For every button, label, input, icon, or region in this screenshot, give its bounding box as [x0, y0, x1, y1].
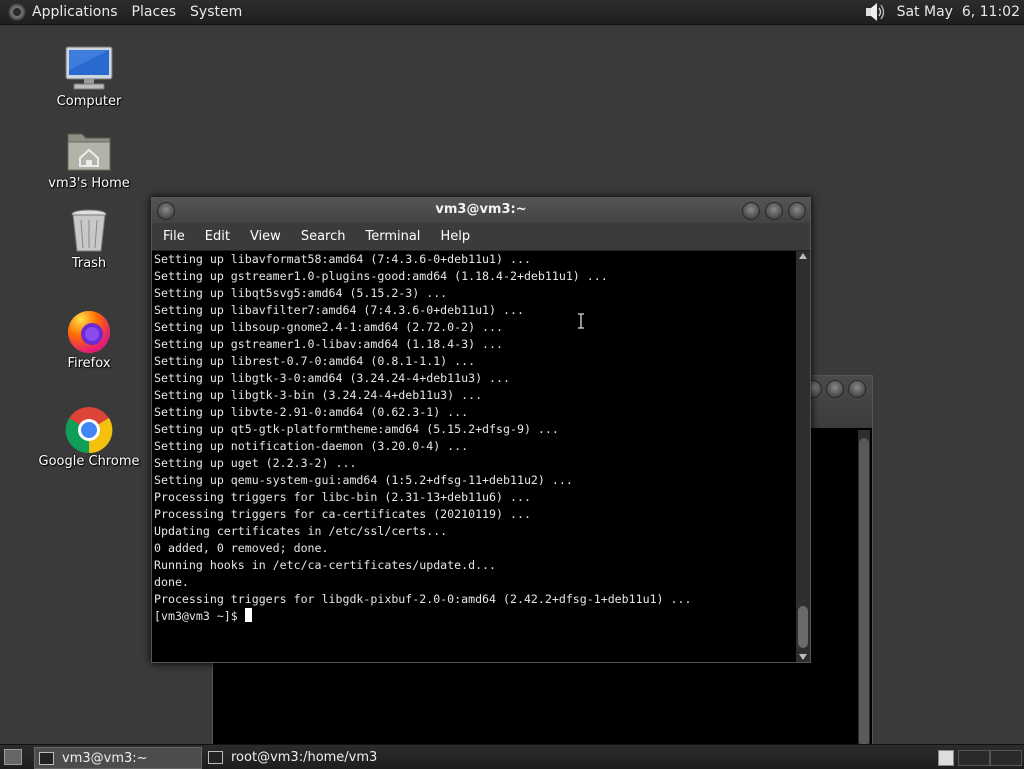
terminal-line: Processing triggers for libgdk-pixbuf-2.… [154, 592, 692, 606]
window-menu-icon[interactable] [157, 202, 175, 220]
taskbar-item-label: root@vm3:/home/vm3 [231, 749, 378, 765]
taskbar-item-root[interactable]: root@vm3:/home/vm3 [204, 747, 404, 767]
terminal-title: vm3@vm3:~ [435, 202, 527, 217]
terminal-window[interactable]: vm3@vm3:~ File Edit View Search Terminal… [151, 197, 811, 663]
clock[interactable]: Sat May 6, 11:02 [897, 4, 1020, 20]
terminal-line: Setting up libsoup-gnome2.4-1:amd64 (2.7… [154, 320, 504, 334]
background-window-scrollbar[interactable] [858, 430, 870, 746]
terminal-line: Setting up libavfilter7:amd64 (7:4.3.6-0… [154, 303, 524, 317]
desktop-icon-computer[interactable]: Computer [34, 46, 144, 109]
close-icon[interactable] [848, 380, 866, 398]
terminal-icon [208, 750, 223, 764]
terminal-line: Setting up libvte-2.91-0:amd64 (0.62.3-1… [154, 405, 469, 419]
terminal-prompt-line[interactable]: [vm3@vm3 ~]$ [154, 608, 796, 625]
taskbar-item-vm3[interactable]: vm3@vm3:~ [34, 747, 202, 769]
text-cursor [244, 608, 252, 622]
ibeam-cursor-icon [577, 313, 585, 329]
terminal-line: Setting up notification-daemon (3.20.0-4… [154, 439, 469, 453]
desktop-icon-label: Computer [56, 94, 122, 109]
desktop-icon-firefox[interactable]: Firefox [34, 308, 144, 371]
terminal-line: Setting up libgtk-3-0:amd64 (3.24.24-4+d… [154, 371, 510, 385]
system-menu[interactable]: System [190, 4, 242, 20]
desktop-icon-label: Firefox [67, 356, 111, 371]
desktop-icon-chrome[interactable]: Google Chrome [34, 406, 144, 469]
terminal-line: Setting up qt5-gtk-platformtheme:amd64 (… [154, 422, 559, 436]
desktop-icon-label: vm3's Home [48, 176, 130, 191]
trash-icon [64, 208, 114, 254]
minimize-icon[interactable] [742, 202, 760, 220]
maximize-icon[interactable] [765, 202, 783, 220]
terminal-menubar: File Edit View Search Terminal Help [152, 223, 810, 251]
scroll-down-icon[interactable] [799, 654, 807, 660]
terminal-line: Setting up libgtk-3-bin (3.24.24-4+deb11… [154, 388, 483, 402]
desktop-icon-home[interactable]: vm3's Home [34, 128, 144, 191]
computer-icon [64, 46, 114, 92]
show-desktop-icon[interactable] [4, 749, 22, 765]
terminal-prompt: [vm3@vm3 ~]$ [154, 609, 245, 623]
top-panel: Applications Places System Sat May 6, 11… [0, 0, 1024, 25]
terminal-output[interactable]: Setting up libavformat58:amd64 (7:4.3.6-… [152, 251, 796, 662]
terminal-line: Setting up gstreamer1.0-plugins-good:amd… [154, 269, 608, 283]
terminal-line: Updating certificates in /etc/ssl/certs.… [154, 524, 448, 538]
terminal-line: Setting up gstreamer1.0-libav:amd64 (1.1… [154, 337, 504, 351]
menu-edit[interactable]: Edit [205, 229, 230, 244]
terminal-line: Setting up librest-0.7-0:amd64 (0.8.1-1.… [154, 354, 476, 368]
menu-view[interactable]: View [250, 229, 281, 244]
menu-search[interactable]: Search [301, 229, 346, 244]
close-icon[interactable] [788, 202, 806, 220]
terminal-line: Processing triggers for ca-certificates … [154, 507, 531, 521]
terminal-line: Setting up libavformat58:amd64 (7:4.3.6-… [154, 252, 531, 266]
trash-applet-icon[interactable] [938, 750, 954, 766]
desktop-icon-trash[interactable]: Trash [34, 208, 144, 271]
maximize-icon[interactable] [826, 380, 844, 398]
terminal-line: done. [154, 575, 189, 589]
chrome-icon [64, 406, 114, 454]
taskbar-item-label: vm3@vm3:~ [62, 750, 148, 766]
speaker-icon[interactable] [863, 1, 889, 23]
scroll-up-icon[interactable] [799, 253, 807, 259]
menu-file[interactable]: File [163, 229, 185, 244]
workspace-switcher-1[interactable] [958, 750, 990, 766]
terminal-line: Processing triggers for libc-bin (2.31-1… [154, 490, 531, 504]
terminal-line: Setting up libqt5svg5:amd64 (5.15.2-3) .… [154, 286, 448, 300]
home-folder-icon [64, 128, 114, 174]
desktop-icon-label: Trash [71, 256, 107, 271]
scrollbar-thumb[interactable] [798, 606, 808, 648]
terminal-titlebar[interactable]: vm3@vm3:~ [152, 198, 810, 223]
terminal-scrollbar[interactable] [796, 251, 810, 662]
terminal-line: Setting up uget (2.2.3-2) ... [154, 456, 357, 470]
terminal-icon [39, 751, 54, 765]
menu-help[interactable]: Help [440, 229, 470, 244]
places-menu[interactable]: Places [132, 4, 177, 20]
terminal-line: Running hooks in /etc/ca-certificates/up… [154, 558, 497, 572]
terminal-line: Setting up qemu-system-gui:amd64 (1:5.2+… [154, 473, 573, 487]
bottom-panel: vm3@vm3:~ root@vm3:/home/vm3 [0, 744, 1024, 769]
gnome-foot-icon[interactable] [8, 3, 26, 21]
desktop-icon-label: Google Chrome [38, 454, 140, 469]
terminal-line: 0 added, 0 removed; done. [154, 541, 329, 555]
applications-menu[interactable]: Applications [32, 4, 118, 20]
menu-terminal[interactable]: Terminal [365, 229, 420, 244]
workspace-switcher-2[interactable] [990, 750, 1022, 766]
firefox-icon [64, 308, 114, 354]
